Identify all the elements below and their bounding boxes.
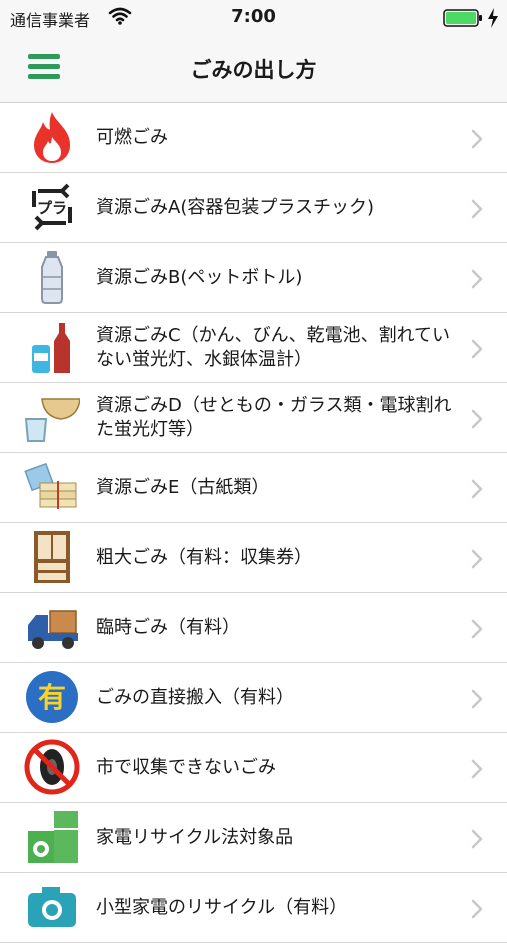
paid-badge-icon: 有: [26, 671, 78, 723]
list-item[interactable]: プラ 資源ごみA(容器包装プラスチック): [0, 173, 507, 243]
list-item-label: 資源ごみE（古紙類）: [96, 476, 270, 498]
battery-icon: [443, 9, 482, 27]
svg-text:プラ: プラ: [37, 199, 67, 217]
list-item[interactable]: 臨時ごみ（有料）: [0, 593, 507, 663]
list-item[interactable]: 市で収集できないごみ: [0, 733, 507, 803]
chevron-right-icon: [471, 409, 483, 429]
chevron-right-icon: [471, 199, 483, 219]
list-item-label: 臨時ごみ（有料）: [96, 616, 240, 638]
truck-icon: [28, 610, 78, 649]
chevron-right-icon: [471, 689, 483, 709]
list-item-label: 資源ごみC（かん、びん、乾電池、割れていない蛍光灯、水銀体温計）: [96, 324, 451, 370]
chevron-right-icon: [471, 759, 483, 779]
list-item[interactable]: 資源ごみC（かん、びん、乾電池、割れていない蛍光灯、水銀体温計）: [0, 313, 507, 383]
list-item-label: 市で収集できないごみ: [96, 756, 276, 778]
list-item[interactable]: 家電リサイクル法対象品: [0, 803, 507, 873]
list-item-label: 資源ごみA(容器包装プラスチック): [96, 196, 374, 218]
chevron-right-icon: [471, 899, 483, 919]
list-item[interactable]: 資源ごみD（せともの・ガラス類・電球割れた蛍光灯等）: [0, 383, 507, 453]
list-item[interactable]: 有 ごみの直接搬入（有料）: [0, 663, 507, 733]
list-item[interactable]: 資源ごみE（古紙類）: [0, 453, 507, 523]
list-item-label: 可燃ごみ: [96, 126, 168, 148]
appliance-icon: [28, 811, 78, 863]
list-item-label: 小型家電のリサイクル（有料）: [96, 896, 348, 918]
list-item-label: 資源ごみD（せともの・ガラス類・電球割れた蛍光灯等）: [96, 394, 452, 440]
charging-icon: [488, 8, 498, 28]
camera-icon: [28, 887, 76, 927]
list-item-label: 家電リサイクル法対象品: [96, 826, 294, 848]
list-item[interactable]: 粗大ごみ（有料：収集券）: [0, 523, 507, 593]
chevron-right-icon: [471, 619, 483, 639]
list-item-label: ごみの直接搬入（有料）: [96, 686, 294, 708]
chevron-right-icon: [471, 129, 483, 149]
list-item[interactable]: 資源ごみB(ペットボトル): [0, 243, 507, 313]
list-item-label: 資源ごみB(ペットボトル): [96, 266, 303, 288]
chevron-right-icon: [471, 269, 483, 289]
nav-bar: ごみの出し方: [0, 34, 507, 103]
can-bottle-icon: [32, 323, 70, 373]
fire-icon: [34, 112, 70, 163]
pet-bottle-icon: [41, 251, 63, 304]
bowl-glass-icon: [24, 398, 80, 442]
status-bar: 通信事業者 7:00: [0, 0, 507, 34]
plastic-recycle-icon: プラ: [32, 183, 72, 231]
list-item[interactable]: 可燃ごみ: [0, 103, 507, 173]
chevron-right-icon: [471, 829, 483, 849]
paid-badge-text: 有: [38, 681, 66, 714]
list-item-label: 粗大ごみ（有料：収集券）: [96, 546, 312, 568]
page-title: ごみの出し方: [190, 58, 317, 82]
paper-bundle-icon: [24, 462, 77, 509]
list-item[interactable]: 小型家電のリサイクル（有料）: [0, 873, 507, 943]
cabinet-icon: [34, 531, 70, 583]
clock: 7:00: [231, 6, 276, 27]
chevron-right-icon: [471, 549, 483, 569]
chevron-right-icon: [471, 479, 483, 499]
no-tire-icon: [24, 739, 80, 795]
chevron-right-icon: [471, 339, 483, 359]
